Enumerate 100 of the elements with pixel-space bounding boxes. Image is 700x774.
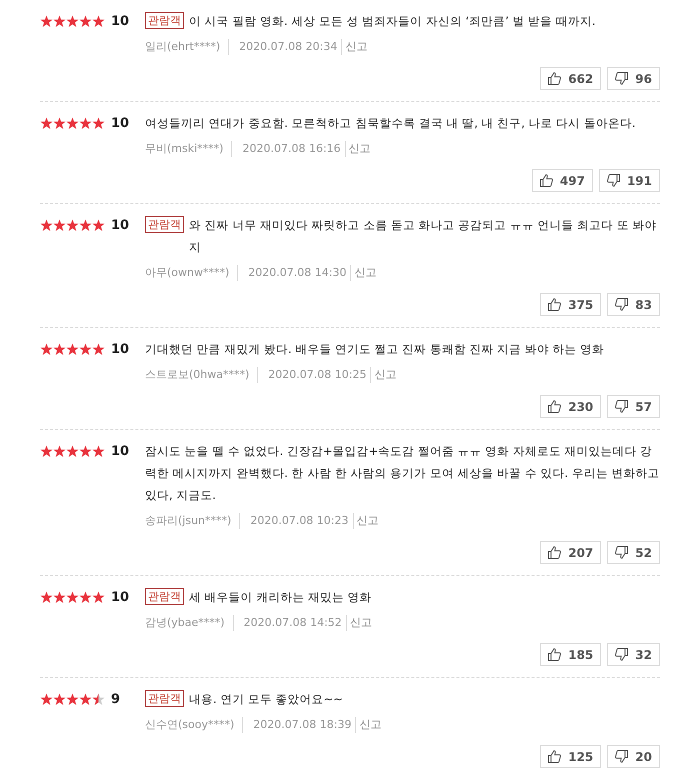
star-icon bbox=[40, 444, 53, 458]
like-button[interactable]: 662 bbox=[540, 67, 602, 90]
thumbs-down-icon bbox=[615, 750, 628, 763]
star-icon bbox=[53, 342, 66, 356]
star-icon bbox=[79, 14, 92, 28]
star-icon bbox=[66, 14, 79, 28]
thumbs-up-icon bbox=[548, 298, 562, 311]
star-icon bbox=[79, 342, 92, 356]
star-icon bbox=[92, 14, 105, 28]
thumbs-down-icon bbox=[615, 546, 628, 559]
dislike-button[interactable]: 83 bbox=[607, 293, 660, 316]
viewer-badge: 관람객 bbox=[145, 690, 184, 707]
star-icon bbox=[66, 444, 79, 458]
thumbs-down-icon bbox=[615, 648, 628, 661]
report-link[interactable]: 신고 bbox=[341, 39, 368, 55]
author-name: 송파리(jsun****) bbox=[145, 513, 232, 529]
review-text: 여성들끼리 연대가 중요함. 모른척하고 침묵할수록 결국 내 딸, 내 친구, 나로 다시 돌아온다. bbox=[145, 115, 636, 132]
like-button[interactable]: 207 bbox=[540, 541, 602, 564]
review-date: 2020.07.08 14:52 bbox=[232, 615, 346, 631]
star-icon bbox=[79, 218, 92, 232]
thumbs-up-icon bbox=[548, 400, 562, 413]
author-name: 일리(ehrt****) bbox=[145, 39, 220, 55]
star-icon bbox=[40, 342, 53, 356]
star-icon bbox=[92, 590, 105, 604]
rating-score: 10 bbox=[111, 218, 130, 232]
author-name: 무비(mski****) bbox=[145, 141, 224, 157]
star-icon bbox=[66, 590, 79, 604]
report-link[interactable]: 신고 bbox=[370, 367, 396, 383]
star-icon bbox=[40, 692, 53, 706]
like-button[interactable]: 185 bbox=[540, 643, 602, 666]
review-text: 잠시도 눈을 뗄 수 없었다. 긴장감+몰입감+속도감 쩔어줌 ㅠㅠ 영화 자체로도 재미있는데다 강력한 메시지까지 완벽했다. 한 사람 한 사람의 용기가 모여 세상을 바꿀 수 있다. 우리는 변화하고 있다, 지금도. bbox=[145, 443, 660, 504]
dislike-button[interactable]: 52 bbox=[607, 541, 660, 564]
report-link[interactable]: 신고 bbox=[350, 265, 376, 281]
star-icon bbox=[53, 116, 66, 130]
star-icon bbox=[53, 692, 66, 706]
review-date: 2020.07.08 10:25 bbox=[257, 367, 370, 383]
author-name: 신수연(sooy****) bbox=[145, 717, 234, 733]
star-icon bbox=[40, 116, 53, 130]
star-icon bbox=[40, 218, 53, 232]
like-button[interactable]: 375 bbox=[540, 293, 602, 316]
like-button[interactable]: 497 bbox=[532, 169, 593, 192]
star-icon bbox=[40, 590, 53, 604]
author-name: 아무(ownw****) bbox=[145, 265, 230, 281]
star-icon bbox=[53, 218, 66, 232]
star-icon bbox=[92, 342, 105, 356]
rating-score: 10 bbox=[111, 14, 130, 28]
thumbs-down-icon bbox=[615, 72, 628, 85]
dislike-button[interactable]: 96 bbox=[607, 67, 660, 90]
star-icon bbox=[53, 590, 66, 604]
review-text: 이 시국 필람 영화. 세상 모든 성 범죄자들이 자신의 ‘죄만큼’ 벌 받을 때까지. bbox=[189, 13, 596, 30]
review-text: 내용. 연기 모두 좋았어요~~ bbox=[189, 691, 343, 708]
author-name: 감녕(ybae****) bbox=[145, 615, 225, 631]
review-text: 와 진짜 너무 재미있다 짜릿하고 소름 돋고 화나고 공감되고 ㅠㅠ 언니들 최고다 또 봐야지 bbox=[189, 217, 658, 256]
rating-score: 10 bbox=[111, 342, 130, 356]
dislike-button[interactable]: 191 bbox=[598, 169, 660, 192]
star-icon bbox=[79, 116, 92, 130]
like-button[interactable]: 125 bbox=[540, 745, 602, 768]
review-text: 기대했던 만큼 재밌게 봤다. 배우들 연기도 쩔고 진짜 통쾌함 진짜 지금 봐야 하는 영화 bbox=[145, 341, 604, 358]
star-icon bbox=[66, 692, 79, 706]
viewer-badge: 관람객 bbox=[145, 216, 184, 233]
thumbs-up-icon bbox=[548, 648, 562, 661]
thumbs-down-icon bbox=[615, 298, 628, 311]
rating-score: 10 bbox=[111, 590, 130, 604]
thumbs-up-icon bbox=[540, 174, 553, 187]
star-icon bbox=[92, 218, 105, 232]
viewer-badge: 관람객 bbox=[145, 12, 184, 29]
star-icon bbox=[92, 116, 105, 130]
thumbs-down-icon bbox=[606, 174, 620, 187]
star-icon bbox=[66, 116, 79, 130]
review-date: 2020.07.08 10:23 bbox=[239, 513, 353, 529]
report-link[interactable]: 신고 bbox=[352, 513, 379, 529]
review-date: 2020.07.08 16:16 bbox=[231, 141, 345, 157]
star-icon bbox=[66, 218, 79, 232]
star-icon bbox=[79, 444, 92, 458]
report-link[interactable]: 신고 bbox=[355, 717, 382, 733]
thumbs-down-icon bbox=[615, 400, 628, 413]
rating-score: 10 bbox=[111, 116, 130, 130]
report-link[interactable]: 신고 bbox=[346, 615, 372, 631]
star-icon bbox=[79, 692, 92, 706]
thumbs-up-icon bbox=[548, 750, 562, 763]
star-icon bbox=[53, 14, 66, 28]
star-icon bbox=[53, 444, 66, 458]
star-icon bbox=[79, 590, 92, 604]
dislike-button[interactable]: 20 bbox=[607, 745, 660, 768]
dislike-button[interactable]: 57 bbox=[607, 395, 660, 418]
rating-score: 9 bbox=[111, 692, 120, 706]
review-text: 세 배우들이 캐리하는 재밌는 영화 bbox=[189, 589, 372, 606]
review-date: 2020.07.08 18:39 bbox=[242, 717, 356, 733]
thumbs-up-icon bbox=[548, 72, 562, 85]
star-icon bbox=[40, 14, 53, 28]
report-link[interactable]: 신고 bbox=[344, 141, 371, 157]
star-icon bbox=[92, 692, 105, 706]
star-icon bbox=[66, 342, 79, 356]
thumbs-up-icon bbox=[548, 546, 562, 559]
viewer-badge: 관람객 bbox=[145, 588, 184, 605]
author-name: 스트로보(0hwa****) bbox=[145, 367, 250, 383]
like-button[interactable]: 230 bbox=[540, 395, 602, 418]
review-date: 2020.07.08 14:30 bbox=[237, 265, 350, 281]
rating-score: 10 bbox=[111, 444, 130, 458]
dislike-button[interactable]: 32 bbox=[607, 643, 660, 666]
